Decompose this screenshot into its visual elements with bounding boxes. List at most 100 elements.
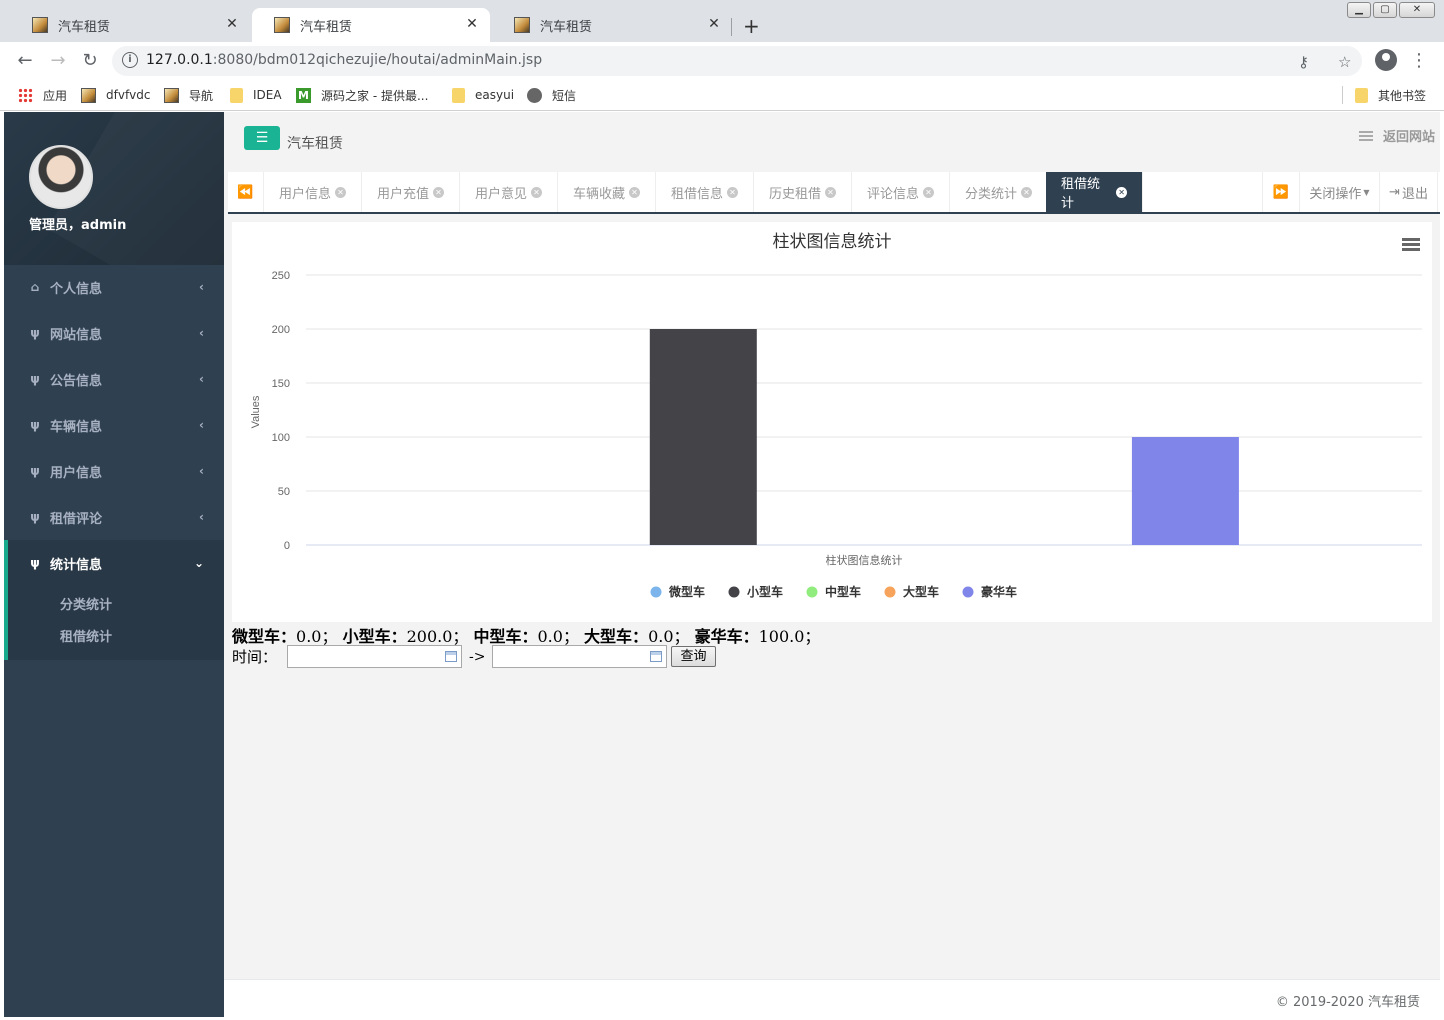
back-to-site-link[interactable]: 返回网站 [1358,126,1435,145]
reload-icon[interactable]: ↻ [79,50,101,72]
browser-tab-active[interactable]: 汽车租赁 ✕ [252,8,490,42]
legend-marker[interactable] [884,586,896,598]
browser-tab[interactable]: 汽车租赁 ✕ [10,8,250,42]
chart-menu-icon[interactable] [1402,238,1420,252]
tabs-scroll-left-button[interactable]: ⏪ [228,172,264,212]
sidebar-item-label: 统计信息 [50,557,103,573]
browser-tab-title: 汽车租赁 [300,19,353,35]
page-tab[interactable]: 分类统计 ✕ [950,172,1049,212]
close-tab-icon[interactable]: ✕ [825,186,837,198]
bookmark-star-icon[interactable]: ☆ [1338,53,1351,71]
bookmark-item[interactable]: 短信 [527,86,576,104]
menu-toggle-button[interactable]: ☰ [244,126,280,150]
site-info-icon[interactable]: i [122,52,138,68]
legend-label[interactable]: 小型车 [747,584,783,599]
close-window-icon[interactable]: ✕ [1399,2,1435,18]
sidebar-item-profile[interactable]: ⌂ 个人信息 ‹ [4,264,224,310]
page-tab[interactable]: 租借信息 ✕ [656,172,755,212]
close-tab-icon[interactable]: ✕ [629,186,641,198]
bookmark-item[interactable]: easyui [452,86,514,104]
legend-marker[interactable] [728,586,740,598]
sidebar-item-notice[interactable]: ψ 公告信息 ‹ [4,356,224,402]
new-tab-plus-icon[interactable]: + [743,14,760,38]
back-arrow-icon[interactable]: ← [14,50,36,72]
summary-label: 大型车： [584,627,649,646]
legend-label[interactable]: 中型车 [825,584,861,599]
bar-5[interactable] [1131,437,1239,545]
close-ops-label: 关闭操作 [1309,186,1362,202]
summary-value: 100.0； [758,627,821,646]
other-bookmarks[interactable]: 其他书签 [1355,86,1426,104]
back-site-label: 返回网站 [1382,130,1435,145]
page-tab-label: 分类统计 [965,186,1018,202]
page-tab[interactable]: 历史租借 ✕ [754,172,853,212]
calendar-icon[interactable] [445,651,458,662]
bookmark-item[interactable]: IDEA [230,86,282,104]
close-tab-icon[interactable]: ✕ [433,186,445,198]
minimize-window-icon[interactable]: ▁ [1347,2,1371,18]
tabs-scroll-right-button[interactable]: ⏩ [1262,172,1300,212]
page-tab[interactable]: 用户信息 ✕ [264,172,363,212]
chevron-left-icon: ‹ [199,372,204,386]
bookmark-item[interactable]: dfvfvdc [81,86,150,104]
browser-menu-icon[interactable]: ⋮ [1410,50,1428,71]
bookmark-item[interactable]: 应用 [18,86,67,104]
legend-marker[interactable] [806,586,818,598]
y-tick-label: 250 [272,270,290,282]
legend-label[interactable]: 大型车 [903,584,939,599]
sidebar-item-label: 个人信息 [50,281,103,297]
close-tab-icon[interactable]: ✕ [706,16,722,32]
bookmark-item[interactable]: 导航 [164,86,213,104]
sidebar-item-comments[interactable]: ψ 租借评论 ‹ [4,494,224,540]
page-tab-active[interactable]: 租借统计 ✕ [1046,172,1143,212]
profile-panel: 管理员，admin [4,112,224,265]
legend-marker[interactable] [962,586,974,598]
close-tab-icon[interactable]: ✕ [923,186,935,198]
sidebar-item-vehicles[interactable]: ψ 车辆信息 ‹ [4,402,224,448]
maximize-window-icon[interactable]: ▢ [1373,2,1397,18]
close-tab-icon[interactable]: ✕ [1021,186,1033,198]
close-tab-icon[interactable]: ✕ [1116,186,1127,198]
avatar[interactable] [29,145,93,209]
url-text[interactable]: 127.0.0.1:8080/bdm012qichezujie/houtai/a… [146,52,542,68]
caret-down-icon: ▼ [1363,187,1370,197]
summary-value: 0.0； [296,627,338,646]
close-tab-icon[interactable]: ✕ [464,16,480,32]
key-icon[interactable]: ⚷ [1298,53,1309,71]
bookmark-divider [1342,86,1343,104]
url-bar[interactable]: i 127.0.0.1:8080/bdm012qichezujie/houtai… [112,46,1362,76]
forward-arrow-icon[interactable]: → [47,50,69,72]
sidebar-subitem-rental-stats[interactable]: 租借统计 [60,626,112,645]
username[interactable]: 管理员，admin [29,214,126,233]
close-tab-icon[interactable]: ✕ [727,186,739,198]
legend-label[interactable]: 豪华车 [981,584,1017,599]
close-tab-icon[interactable]: ✕ [224,16,240,32]
close-operations-dropdown[interactable]: 关闭操作 ▼ [1300,172,1380,212]
page-tab[interactable]: 车辆收藏 ✕ [558,172,657,212]
logout-button[interactable]: ⇥ 退出 [1380,172,1438,212]
query-button[interactable]: 查询 [671,646,716,667]
end-date-input[interactable] [492,645,668,668]
profile-avatar-icon[interactable] [1375,49,1397,71]
sidebar-item-stats[interactable]: ψ 统计信息 ⌄ [4,540,224,586]
sidebar-subitem-category-stats[interactable]: 分类统计 [60,594,112,613]
close-tab-icon[interactable]: ✕ [531,186,543,198]
cutlery-icon: ψ [30,372,40,386]
sidebar-item-website[interactable]: ψ 网站信息 ‹ [4,310,224,356]
sign-out-icon: ⇥ [1389,184,1400,200]
close-tab-icon[interactable]: ✕ [335,186,347,198]
legend-marker[interactable] [650,586,662,598]
bar-2[interactable] [649,329,757,545]
sidebar-item-label: 租借评论 [50,511,103,527]
page-tab[interactable]: 用户充值 ✕ [362,172,461,212]
calendar-icon[interactable] [650,651,663,662]
folder-icon [1355,87,1368,103]
sidebar-item-users[interactable]: ψ 用户信息 ‹ [4,448,224,494]
browser-tab[interactable]: 汽车租赁 ✕ [492,8,732,42]
legend-label[interactable]: 微型车 [668,584,705,599]
page-tab[interactable]: 评论信息 ✕ [852,172,951,212]
page-tab[interactable]: 用户意见 ✕ [460,172,559,212]
sidebar-item-label: 公告信息 [50,373,103,389]
start-date-input[interactable] [287,645,463,668]
bookmark-item[interactable]: M 源码之家 - 提供最... [296,86,428,104]
